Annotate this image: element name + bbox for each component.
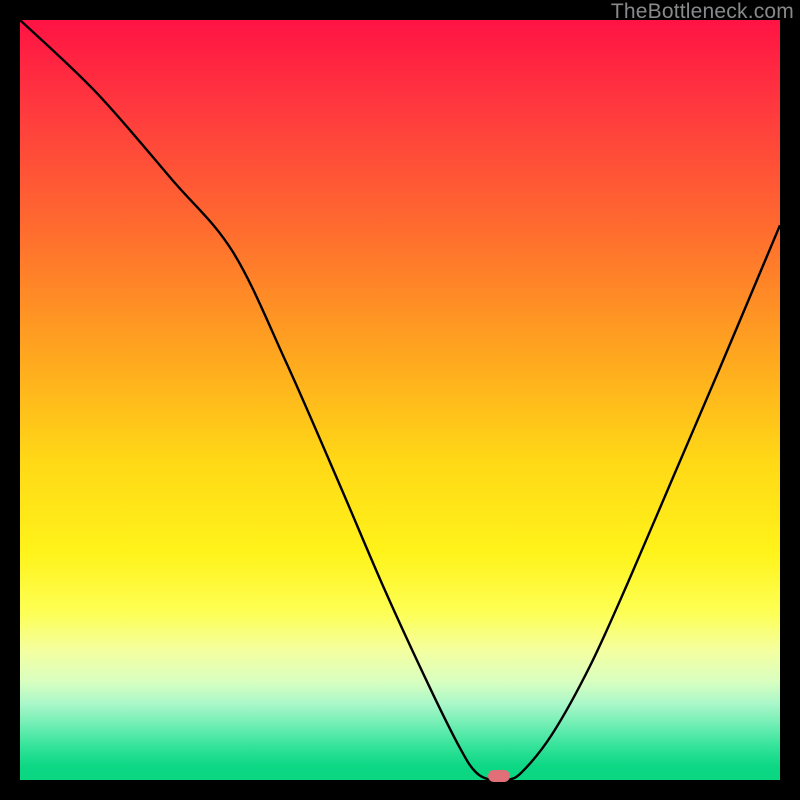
watermark-text: TheBottleneck.com xyxy=(611,0,794,24)
optimal-marker xyxy=(488,770,510,782)
chart-container: { "watermark": "TheBottleneck.com", "cha… xyxy=(0,0,800,800)
bottleneck-curve xyxy=(20,20,780,780)
plot-area xyxy=(20,20,780,780)
